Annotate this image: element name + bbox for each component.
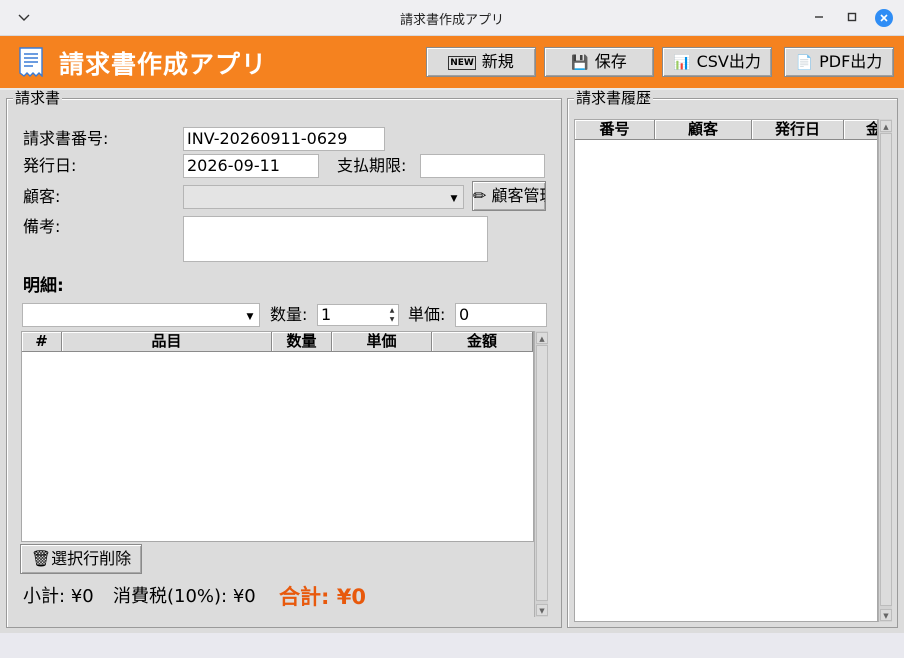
pencil-icon: ✏	[473, 186, 487, 205]
quantity-stepper[interactable]: 1 ▲ ▼	[317, 304, 399, 326]
history-table-header: 番号 顧客 発行日 金額	[575, 120, 877, 140]
bottom-bar	[0, 633, 904, 658]
items-table[interactable]: # 品目 数量 単価 金額	[21, 331, 534, 542]
notes-label: 備考:	[23, 217, 61, 236]
window-title: 請求書作成アプリ	[399, 13, 504, 28]
column-header-issue-date[interactable]: 発行日	[752, 120, 844, 140]
receipt-icon	[17, 47, 45, 78]
column-header-amount[interactable]: 金額	[844, 120, 877, 140]
delete-row-label: 選択行削除	[51, 549, 132, 568]
column-header-item[interactable]: 品目	[62, 332, 272, 352]
grand-total-text: 合計: ¥0	[279, 585, 366, 609]
product-select[interactable]: ▼	[22, 303, 260, 327]
app-window: 請求書作成アプリ 請求書作成アプリ NEW 新規 💾 保存 📊 CSV出力 📄 …	[0, 0, 904, 658]
save-button-label: 保存	[594, 52, 627, 71]
header-divider	[0, 88, 904, 90]
notes-textarea[interactable]	[183, 216, 488, 262]
customer-label: 顧客:	[23, 187, 61, 206]
save-button[interactable]: 💾 保存	[544, 47, 654, 77]
history-group: 請求書履歴 番号 顧客 発行日 金額 ▲ ▼	[567, 90, 898, 628]
scroll-up-icon[interactable]: ▲	[536, 332, 548, 344]
issue-date-field[interactable]: 2026-09-11	[183, 154, 319, 178]
customer-manage-label: 顧客管理	[491, 186, 546, 205]
document-icon: 📄	[795, 55, 814, 71]
details-heading: 明細:	[23, 276, 64, 296]
scrollbar-thumb[interactable]	[536, 345, 548, 601]
new-button[interactable]: NEW 新規	[426, 47, 536, 77]
close-icon[interactable]	[875, 9, 893, 27]
csv-export-button[interactable]: 📊 CSV出力	[662, 47, 772, 77]
tax-label: 消費税(10%):	[113, 586, 228, 607]
delete-row-button[interactable]: 🗑選択行削除	[20, 544, 142, 574]
grand-total-value: ¥0	[336, 585, 366, 609]
scroll-down-icon[interactable]: ▼	[536, 604, 548, 616]
due-date-field[interactable]	[420, 154, 545, 178]
new-icon: NEW	[448, 56, 476, 70]
pdf-export-label: PDF出力	[819, 52, 883, 71]
column-header-customer[interactable]: 顧客	[655, 120, 752, 140]
unit-price-label: 単価:	[408, 305, 446, 324]
history-table[interactable]: 番号 顧客 発行日 金額	[574, 119, 878, 622]
minimize-icon[interactable]	[810, 9, 828, 27]
quantity-label: 数量:	[270, 305, 308, 324]
pdf-export-button[interactable]: 📄 PDF出力	[784, 47, 894, 77]
invoice-number-label: 請求書番号:	[23, 129, 109, 148]
tax-value: ¥0	[232, 586, 256, 607]
customer-manage-button[interactable]: ✏ 顧客管理	[472, 181, 546, 211]
app-title: 請求書作成アプリ	[59, 50, 268, 79]
bar-chart-icon: 📊	[673, 55, 691, 71]
column-header-amount[interactable]: 金額	[432, 332, 533, 352]
maximize-icon[interactable]	[843, 9, 861, 27]
items-scrollbar[interactable]: ▲ ▼	[534, 331, 548, 617]
column-header-quantity[interactable]: 数量	[272, 332, 332, 352]
app-header: 請求書作成アプリ NEW 新規 💾 保存 📊 CSV出力 📄 PDF出力	[0, 36, 904, 88]
dropdown-arrow-icon: ▼	[450, 194, 458, 204]
subtotal-label: 小計:	[23, 586, 66, 607]
scroll-down-icon[interactable]: ▼	[880, 609, 892, 621]
subtotal-value: ¥0	[70, 586, 94, 607]
grand-total-label: 合計:	[279, 585, 330, 609]
history-scrollbar[interactable]: ▲ ▼	[878, 119, 892, 622]
csv-export-label: CSV出力	[696, 52, 761, 71]
title-bar: 請求書作成アプリ	[0, 0, 904, 36]
history-group-title: 請求書履歴	[574, 89, 654, 107]
invoice-group-title: 請求書	[13, 89, 63, 107]
trash-icon: 🗑	[30, 549, 52, 568]
items-table-header: # 品目 数量 単価 金額	[22, 332, 533, 352]
scrollbar-thumb[interactable]	[880, 133, 892, 606]
unit-price-field[interactable]: 0	[455, 303, 547, 327]
invoice-number-field[interactable]: INV-20260911-0629	[183, 127, 385, 151]
spin-arrows-icon[interactable]: ▲ ▼	[387, 306, 397, 324]
customer-select[interactable]: ▼	[183, 185, 464, 209]
scroll-up-icon[interactable]: ▲	[880, 120, 892, 132]
tax-text: 消費税(10%): ¥0	[113, 586, 256, 608]
invoice-group: 請求書 請求書番号: INV-20260911-0629 発行日: 2026-0…	[6, 90, 562, 628]
column-header-number[interactable]: 番号	[575, 120, 655, 140]
floppy-disk-icon: 💾	[571, 55, 589, 71]
new-button-label: 新規	[481, 52, 514, 71]
quantity-value: 1	[321, 305, 332, 324]
due-date-label: 支払期限:	[337, 156, 407, 175]
column-header-index[interactable]: #	[22, 332, 62, 352]
dropdown-arrow-icon: ▼	[246, 312, 254, 322]
issue-date-label: 発行日:	[23, 156, 77, 175]
subtotal-text: 小計: ¥0	[23, 586, 94, 608]
column-header-unit-price[interactable]: 単価	[332, 332, 432, 352]
